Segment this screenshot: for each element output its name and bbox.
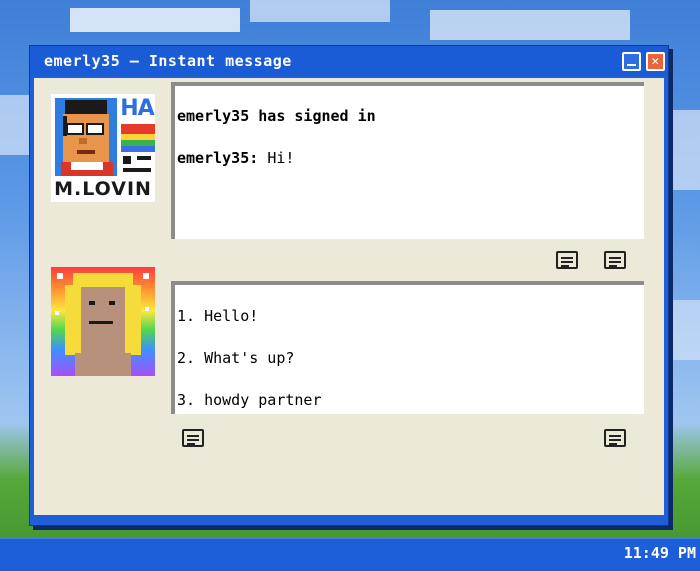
cloud bbox=[668, 110, 700, 190]
taskbar-clock: 11:49 PM bbox=[623, 544, 696, 562]
message-sender: emerly35: bbox=[177, 149, 259, 167]
user-avatar-image bbox=[55, 273, 149, 376]
message-icon[interactable] bbox=[556, 251, 578, 269]
message-icon[interactable] bbox=[604, 251, 626, 269]
reply-option[interactable]: 1. Hello! bbox=[177, 307, 258, 325]
minimize-button[interactable] bbox=[622, 52, 641, 71]
conversation-log[interactable]: emerly35 has signed in emerly35: Hi! bbox=[171, 82, 644, 239]
window-titlebar[interactable]: emerly35 – Instant message ✕ bbox=[30, 46, 668, 76]
instant-message-window: emerly35 – Instant message ✕ HA M.LOVIN … bbox=[29, 45, 669, 526]
message-text: Hi! bbox=[267, 149, 295, 167]
cloud bbox=[250, 0, 390, 22]
user-avatar bbox=[51, 267, 155, 376]
cloud bbox=[70, 8, 240, 32]
message-icon[interactable] bbox=[182, 429, 204, 447]
close-icon: ✕ bbox=[651, 54, 660, 69]
window-body: HA M.LOVIN emerly35 has signed in emerly… bbox=[34, 78, 664, 515]
taskbar: 11:49 PM bbox=[0, 537, 700, 571]
avatar-caption-bottom: M.LOVIN bbox=[54, 178, 152, 200]
avatar-caption-top: HA bbox=[120, 96, 154, 121]
cloud bbox=[668, 300, 700, 360]
window-title: emerly35 – Instant message bbox=[44, 52, 292, 70]
reply-options: 1. Hello! 2. What's up? 3. howdy partner bbox=[171, 281, 644, 414]
buddy-avatar: HA M.LOVIN bbox=[51, 94, 155, 202]
reply-option[interactable]: 3. howdy partner bbox=[177, 391, 322, 409]
close-button[interactable]: ✕ bbox=[646, 52, 665, 71]
cloud bbox=[430, 10, 630, 40]
status-line: emerly35 has signed in bbox=[177, 107, 376, 125]
message-icon[interactable] bbox=[604, 429, 626, 447]
chat-message: emerly35: Hi! bbox=[177, 149, 294, 167]
reply-option[interactable]: 2. What's up? bbox=[177, 349, 294, 367]
